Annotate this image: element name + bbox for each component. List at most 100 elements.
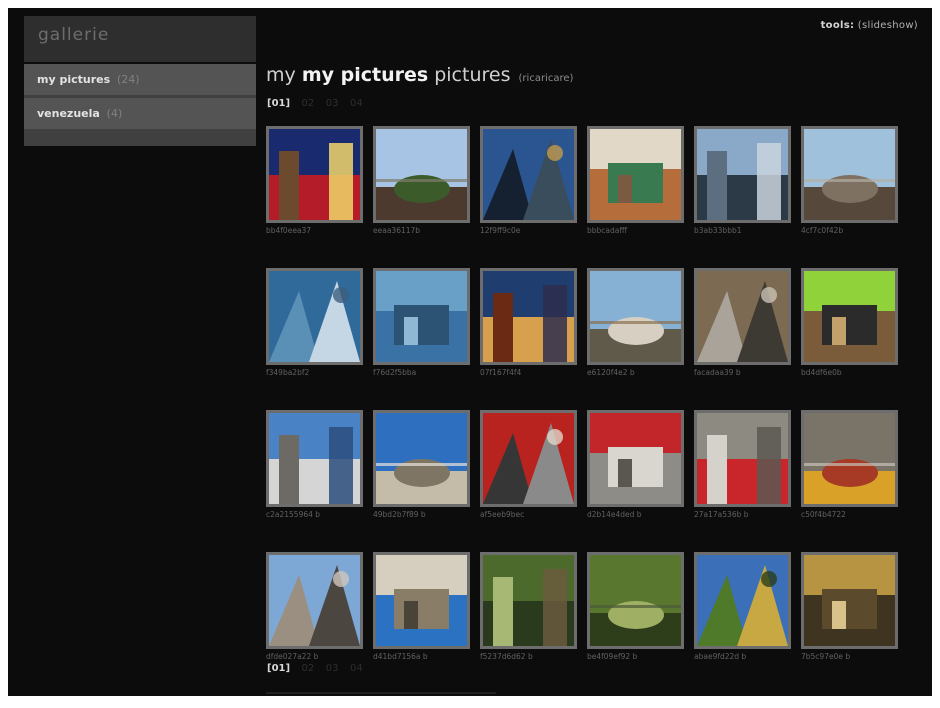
- photo-thumbnail[interactable]: [266, 410, 363, 507]
- gallery-item-label: my pictures: [37, 73, 111, 86]
- photo-caption[interactable]: be4f09ef92 b: [587, 652, 684, 661]
- photo-thumbnail[interactable]: [373, 126, 470, 223]
- photo-caption[interactable]: 7b5c97e0e b: [801, 652, 898, 661]
- photo-thumbnail[interactable]: [694, 268, 791, 365]
- photo-thumbnail[interactable]: [801, 552, 898, 649]
- photo-thumbnail[interactable]: [480, 126, 577, 223]
- photo-tile[interactable]: abae9fd22d b: [694, 552, 791, 661]
- photo-image: [376, 271, 467, 362]
- photo-tile[interactable]: 7b5c97e0e b: [801, 552, 898, 661]
- photo-image: [590, 129, 681, 220]
- photo-thumbnail[interactable]: [587, 126, 684, 223]
- photo-caption[interactable]: bd4df6e0b: [801, 368, 898, 377]
- photo-thumbnail[interactable]: [266, 552, 363, 649]
- photo-tile[interactable]: 12f9ff9c0e: [480, 126, 577, 235]
- photo-thumbnail[interactable]: [587, 410, 684, 507]
- photo-caption[interactable]: af5eeb9bec: [480, 510, 577, 519]
- gallery-item-label: venezuela: [37, 107, 100, 120]
- photo-tile[interactable]: bd4df6e0b: [801, 268, 898, 377]
- photo-caption[interactable]: f76d2f5bba: [373, 368, 470, 377]
- photo-caption[interactable]: e6120f4e2 b: [587, 368, 684, 377]
- photo-tile[interactable]: c2a2155964 b: [266, 410, 363, 519]
- photo-tile[interactable]: dfde027a22 b: [266, 552, 363, 661]
- photo-thumbnail[interactable]: [801, 126, 898, 223]
- photo-image: [590, 413, 681, 504]
- photo-thumbnail[interactable]: [587, 268, 684, 365]
- photo-caption[interactable]: c50f4b4722: [801, 510, 898, 519]
- photo-caption[interactable]: 12f9ff9c0e: [480, 226, 577, 235]
- photo-caption[interactable]: 07f167f4f4: [480, 368, 577, 377]
- photo-thumbnail[interactable]: [480, 552, 577, 649]
- gallery-item-venezuela[interactable]: venezuela (4): [24, 98, 256, 129]
- photo-thumbnail[interactable]: [373, 552, 470, 649]
- photo-image: [804, 271, 895, 362]
- photo-image: [376, 555, 467, 646]
- photo-tile[interactable]: b3ab33bbb1: [694, 126, 791, 235]
- photo-tile[interactable]: e6120f4e2 b: [587, 268, 684, 377]
- photo-caption[interactable]: eeaa36117b: [373, 226, 470, 235]
- photo-caption[interactable]: facadaa39 b: [694, 368, 791, 377]
- photo-image: [269, 413, 360, 504]
- photo-image: [590, 271, 681, 362]
- photo-image: [269, 271, 360, 362]
- photo-thumbnail[interactable]: [694, 552, 791, 649]
- bottom-pager: [01] 02 03 04: [267, 663, 371, 674]
- slideshow-link[interactable]: (slideshow): [858, 20, 918, 31]
- page-link-3[interactable]: 03: [326, 98, 339, 109]
- photo-thumbnail[interactable]: [480, 410, 577, 507]
- photo-caption[interactable]: bb4f0eea37: [266, 226, 363, 235]
- photo-tile[interactable]: af5eeb9bec: [480, 410, 577, 519]
- title-gallery-name: my pictures: [301, 64, 429, 86]
- photo-tile[interactable]: f76d2f5bba: [373, 268, 470, 377]
- photo-caption[interactable]: abae9fd22d b: [694, 652, 791, 661]
- photo-caption[interactable]: 4cf7c0f42b: [801, 226, 898, 235]
- photo-tile[interactable]: f5237d6d62 b: [480, 552, 577, 661]
- page-link-2[interactable]: 02: [302, 98, 315, 109]
- photo-thumbnail[interactable]: [480, 268, 577, 365]
- photo-tile[interactable]: facadaa39 b: [694, 268, 791, 377]
- photo-caption[interactable]: bbbcadafff: [587, 226, 684, 235]
- page-link-4[interactable]: 04: [350, 663, 363, 674]
- photo-tile[interactable]: 27a17a536b b: [694, 410, 791, 519]
- photo-thumbnail[interactable]: [694, 126, 791, 223]
- photo-caption[interactable]: f5237d6d62 b: [480, 652, 577, 661]
- photo-thumbnail[interactable]: [266, 126, 363, 223]
- reload-link[interactable]: (ricaricare): [519, 73, 574, 84]
- photo-tile[interactable]: d41bd7156a b: [373, 552, 470, 661]
- photo-tile[interactable]: 49bd2b7f89 b: [373, 410, 470, 519]
- page-link-2[interactable]: 02: [302, 663, 315, 674]
- page-current: [01]: [267, 663, 291, 674]
- photo-thumbnail[interactable]: [373, 268, 470, 365]
- page-link-3[interactable]: 03: [326, 663, 339, 674]
- photo-tile[interactable]: bb4f0eea37: [266, 126, 363, 235]
- photo-thumbnail[interactable]: [801, 410, 898, 507]
- page-title: my my pictures pictures (ricaricare): [266, 64, 573, 86]
- photo-thumbnail[interactable]: [587, 552, 684, 649]
- photo-tile[interactable]: bbbcadafff: [587, 126, 684, 235]
- page-link-4[interactable]: 04: [350, 98, 363, 109]
- photo-tile[interactable]: be4f09ef92 b: [587, 552, 684, 661]
- photo-tile[interactable]: d2b14e4ded b: [587, 410, 684, 519]
- photo-thumbnail[interactable]: [266, 268, 363, 365]
- photo-thumbnail[interactable]: [373, 410, 470, 507]
- photo-tile[interactable]: eeaa36117b: [373, 126, 470, 235]
- photo-caption[interactable]: f349ba2bf2: [266, 368, 363, 377]
- photo-caption[interactable]: d2b14e4ded b: [587, 510, 684, 519]
- photo-caption[interactable]: dfde027a22 b: [266, 652, 363, 661]
- photo-thumbnail[interactable]: [801, 268, 898, 365]
- photo-caption[interactable]: d41bd7156a b: [373, 652, 470, 661]
- photo-image: [804, 129, 895, 220]
- photo-tile[interactable]: f349ba2bf2: [266, 268, 363, 377]
- photo-image: [269, 555, 360, 646]
- photo-caption[interactable]: b3ab33bbb1: [694, 226, 791, 235]
- photo-caption[interactable]: 49bd2b7f89 b: [373, 510, 470, 519]
- photo-tile[interactable]: 07f167f4f4: [480, 268, 577, 377]
- photo-caption[interactable]: c2a2155964 b: [266, 510, 363, 519]
- brand-text: gallerie: [38, 25, 110, 45]
- photo-thumbnail[interactable]: [694, 410, 791, 507]
- title-prefix: my: [266, 64, 296, 86]
- gallery-item-my-pictures[interactable]: my pictures (24): [24, 64, 256, 95]
- photo-tile[interactable]: c50f4b4722: [801, 410, 898, 519]
- photo-caption[interactable]: 27a17a536b b: [694, 510, 791, 519]
- photo-tile[interactable]: 4cf7c0f42b: [801, 126, 898, 235]
